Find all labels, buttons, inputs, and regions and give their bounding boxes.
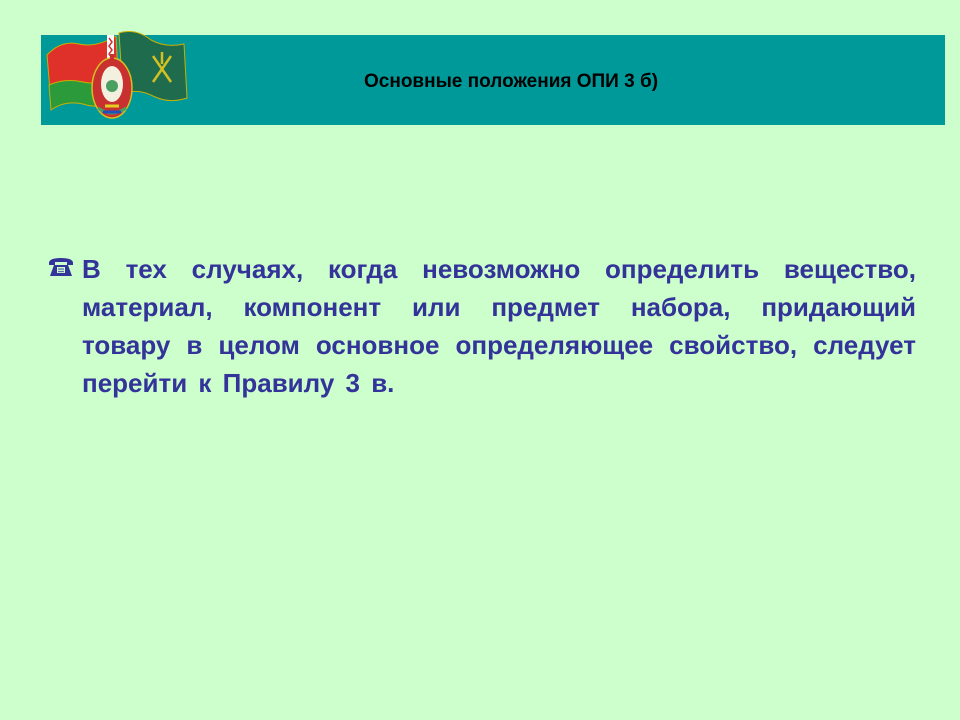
- body-paragraph: В тех случаях, когда невозможно определи…: [82, 254, 916, 398]
- belarus-flags-and-coat-of-arms-icon: [46, 31, 188, 119]
- header-bar: Основные положения ОПИ 3 б): [41, 31, 945, 125]
- telephone-icon: [49, 258, 73, 276]
- bullet-item: В тех случаях, когда невозможно определи…: [48, 250, 916, 402]
- page-title: Основные положения ОПИ 3 б): [364, 71, 659, 92]
